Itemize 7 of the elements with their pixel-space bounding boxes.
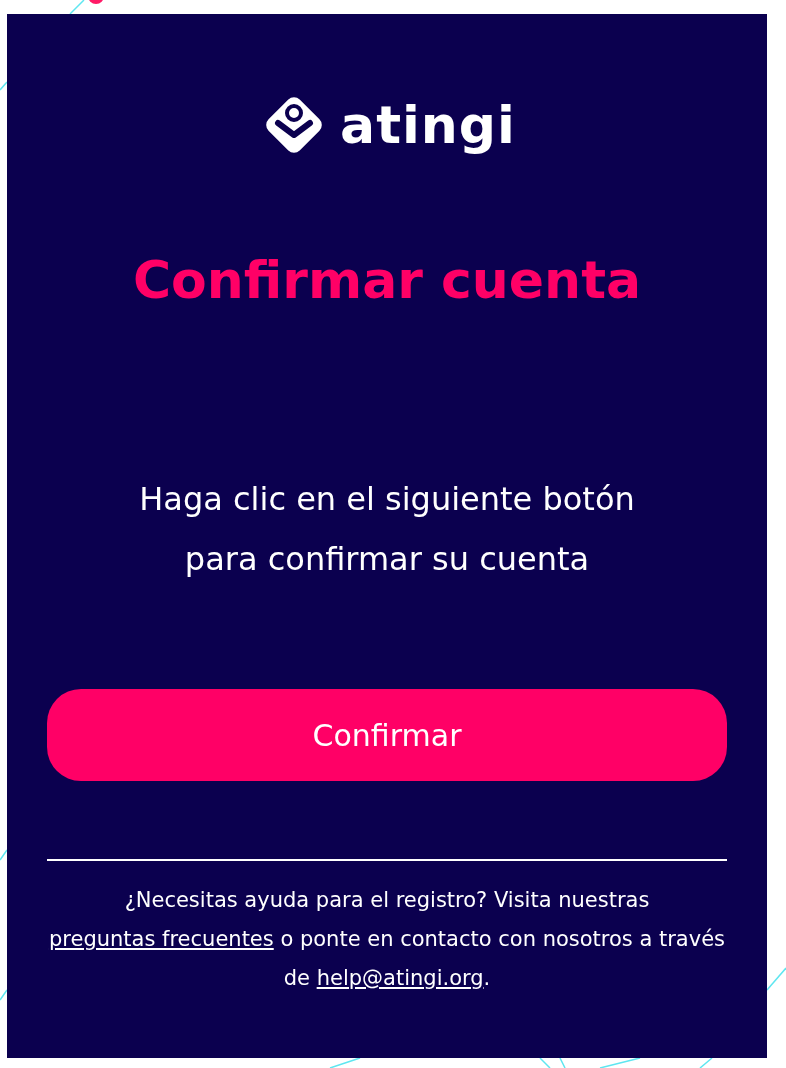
message-text: Haga clic en el siguiente botón [139,479,635,521]
help-link[interactable]: help@atingi.org [316,966,484,991]
message-text: para confirmar su cuenta [184,539,590,581]
help-text: ¿Necesitas ayuda para el registro? Visita nuestras preguntas frecuentes o ponte en contacto con nosotros a través de help@atingi.org. [47,887,727,993]
confirm-button[interactable]: Confirmar [47,689,727,782]
help-link[interactable]: preguntas frecuentes [48,927,274,952]
page-title: Confirmar cuenta [132,252,642,310]
